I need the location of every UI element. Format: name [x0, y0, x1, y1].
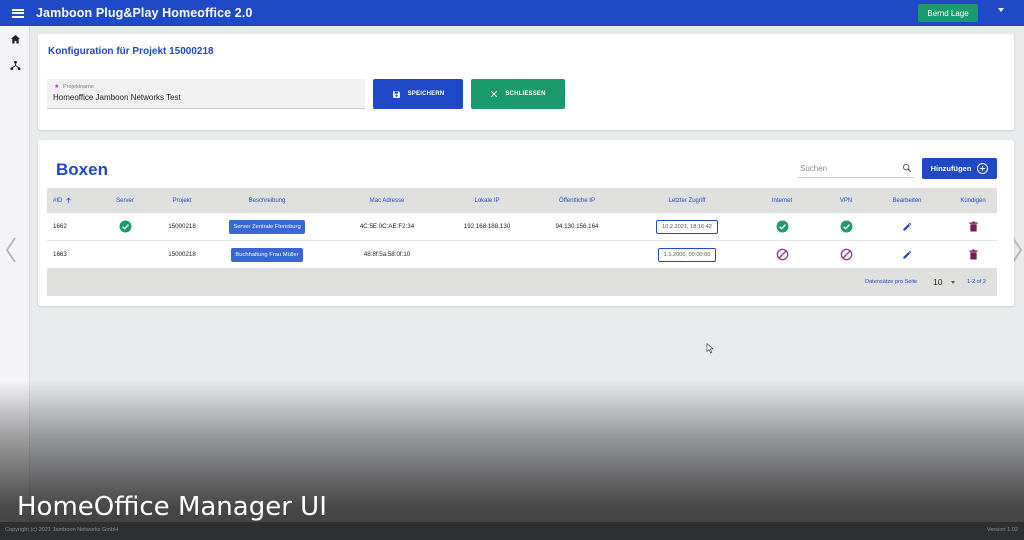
row-id: 1662 — [53, 223, 67, 230]
row-last-access: 10.2.2021, 18:16:42 — [637, 213, 737, 240]
search-icon[interactable] — [902, 163, 912, 173]
project-name-field[interactable]: ★ Projektname Homeoffice Jamboon Network… — [47, 79, 365, 109]
pagination-range: 1-2 of 2 — [967, 279, 986, 285]
app-title: Jamboon Plug&Play Homeoffice 2.0 — [36, 6, 253, 20]
close-icon — [490, 90, 498, 98]
close-label: SCHLIESSEN — [505, 91, 546, 97]
table-header: #ID Server Projekt Beschreibung Mac Adre… — [47, 188, 997, 213]
save-label: SPEICHERN — [407, 91, 445, 97]
internet-status — [757, 213, 807, 240]
search-placeholder: Suchen — [800, 164, 828, 173]
project-name-label: Projektname — [63, 84, 94, 90]
trash-icon — [968, 221, 978, 232]
row-project: 15000218 — [168, 251, 196, 258]
row-mac: 48:8f:5a:58:0f:10 — [363, 251, 411, 258]
blocked-icon — [840, 248, 852, 261]
row-mac: 4C:5E:0C:AE:F2:34 — [359, 223, 415, 230]
col-project-header: Projekt — [172, 197, 192, 204]
boxes-card: Boxen Suchen Hinzufügen #ID Server Proje… — [38, 140, 1014, 306]
pencil-icon — [902, 222, 911, 231]
check-circle-icon — [119, 220, 131, 233]
required-star-icon: ★ — [54, 84, 60, 90]
sidebar-item-network[interactable] — [0, 52, 30, 78]
row-description: Server Zentrale Flensburg — [217, 213, 317, 240]
col-local-ip-header: Lokale IP — [474, 197, 500, 204]
user-button[interactable]: Bernd Lage — [918, 4, 978, 22]
network-icon — [9, 60, 21, 70]
user-menu-caret-icon[interactable] — [998, 8, 1004, 12]
vpn-status — [821, 241, 871, 268]
col-vpn-header: VPN — [839, 197, 853, 204]
delete-button[interactable] — [943, 241, 1003, 268]
row-id: 1663 — [53, 251, 67, 258]
row-public-ip — [535, 241, 619, 268]
col-public-ip-header: Öffentliche IP — [559, 197, 595, 204]
table-row: 1662 15000218 Server Zentrale Flensburg … — [47, 213, 997, 241]
config-title: Konfiguration für Projekt 15000218 — [48, 46, 214, 57]
rows-per-page-select[interactable]: 10 — [933, 277, 942, 287]
rows-per-page-label: Datensätze pro Seite — [865, 279, 918, 285]
last-access-chip: 10.2.2021, 18:16:42 — [656, 219, 718, 234]
mouse-cursor-icon — [706, 343, 714, 354]
add-label: Hinzufügen — [930, 164, 972, 173]
project-config-card: Konfiguration für Projekt 15000218 ★ Pro… — [38, 34, 1014, 130]
description-tag[interactable]: Buchhaltung Frau Müller — [231, 247, 303, 262]
version-text: Version 1.02 — [986, 527, 1018, 533]
col-server-header: Server — [116, 197, 134, 204]
col-cancel-header: Kündigen — [960, 197, 986, 204]
sidebar-item-home[interactable] — [0, 26, 30, 52]
col-id-label: #ID — [53, 197, 63, 204]
chevron-left-icon[interactable] — [4, 236, 18, 264]
add-box-button[interactable]: Hinzufügen — [922, 158, 997, 179]
vpn-status — [821, 213, 871, 240]
row-project: 15000218 — [168, 223, 196, 230]
col-mac-header: Mac Adresse — [369, 197, 405, 204]
delete-button[interactable] — [943, 213, 1003, 240]
floppy-disk-icon — [392, 90, 401, 99]
app-bar: Jamboon Plug&Play Homeoffice 2.0 Bernd L… — [0, 0, 1024, 26]
server-status — [103, 213, 147, 240]
hamburger-menu-icon[interactable] — [12, 8, 24, 18]
video-caption: HomeOffice Manager UI — [17, 492, 327, 522]
row-public-ip: 94.130.156.164 — [555, 223, 599, 230]
project-name-value[interactable]: Homeoffice Jamboon Networks Test — [53, 93, 181, 102]
table-pagination: Datensätze pro Seite 10 1-2 of 2 — [47, 269, 997, 296]
row-last-access: 1.1.2000, 00:00:00 — [637, 241, 737, 268]
search-input[interactable]: Suchen — [798, 160, 914, 178]
col-edit-header: Bearbeiten — [892, 197, 922, 204]
pencil-icon — [902, 250, 911, 259]
col-id-header[interactable]: #ID — [53, 188, 93, 213]
home-icon — [10, 34, 20, 44]
internet-status — [757, 241, 807, 268]
col-internet-header: Internet — [771, 197, 793, 204]
col-description-header: Beschreibung — [248, 197, 286, 204]
copyright-text: Copyright (c) 2021 Jamboon Networks GmbH — [5, 527, 119, 533]
row-local-ip — [445, 241, 529, 268]
save-button[interactable]: SPEICHERN — [373, 79, 463, 109]
edit-button[interactable] — [877, 213, 937, 240]
description-tag[interactable]: Server Zentrale Flensburg — [229, 219, 305, 234]
close-button[interactable]: SCHLIESSEN — [471, 79, 565, 109]
boxes-title: Boxen — [56, 160, 108, 179]
last-access-chip: 1.1.2000, 00:00:00 — [657, 247, 717, 262]
check-circle-icon — [840, 220, 852, 233]
table-row: 1663 15000218 Buchhaltung Frau Müller 48… — [47, 241, 997, 269]
sort-arrow-up-icon — [66, 197, 72, 203]
server-status — [103, 241, 147, 268]
blocked-icon — [776, 248, 788, 261]
row-description: Buchhaltung Frau Müller — [217, 241, 317, 268]
boxes-table: #ID Server Projekt Beschreibung Mac Adre… — [47, 188, 997, 296]
edit-button[interactable] — [877, 241, 937, 268]
col-last-access-header: Letzter Zugriff — [668, 197, 706, 204]
rows-per-page-caret-icon[interactable] — [951, 281, 955, 284]
trash-icon — [968, 249, 978, 260]
row-local-ip: 192.168.188.130 — [463, 223, 511, 230]
check-circle-icon — [776, 220, 788, 233]
add-circle-icon — [977, 163, 989, 174]
app-footer: Copyright (c) 2021 Jamboon Networks GmbH… — [0, 522, 1024, 540]
